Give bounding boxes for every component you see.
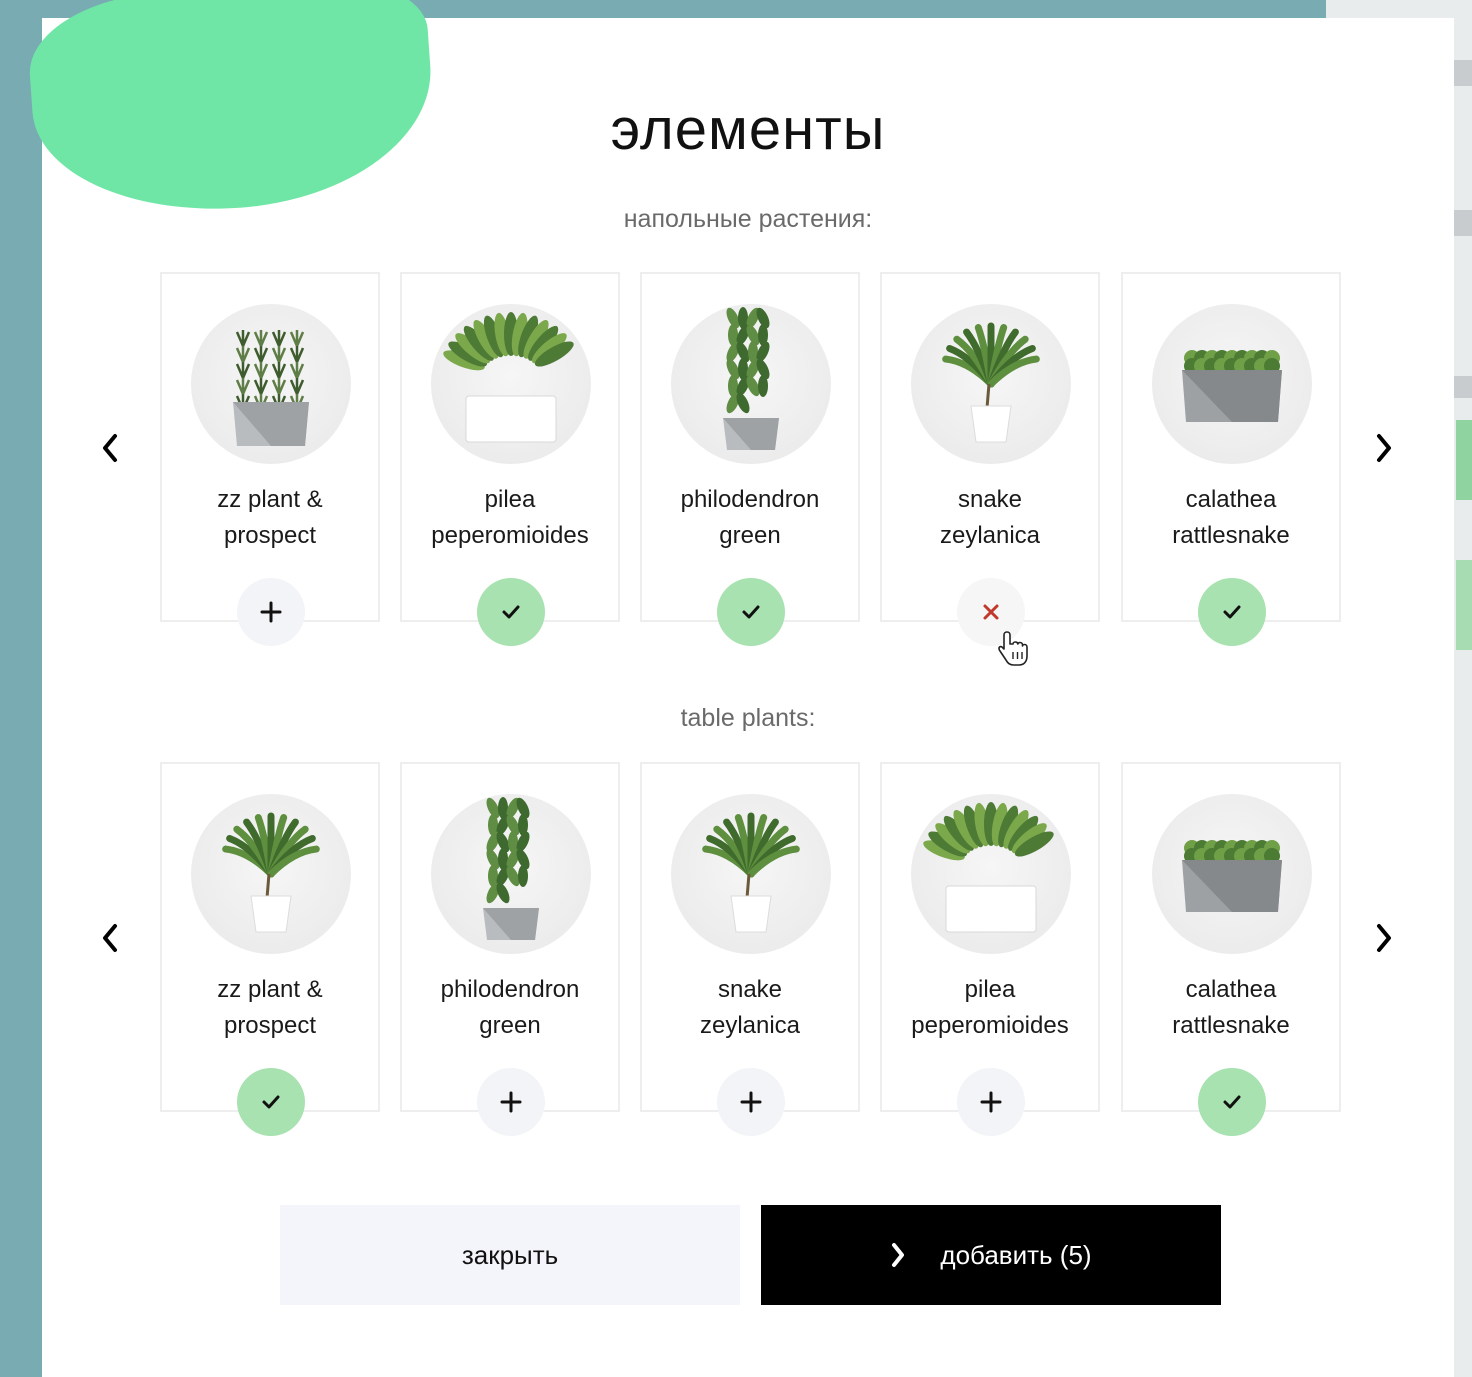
plant-card: zz plant & prospect <box>160 762 380 1136</box>
check-icon <box>260 1091 282 1113</box>
plant-name-line: zeylanica <box>699 1012 801 1039</box>
added-plant-toggle[interactable] <box>477 578 545 646</box>
hand-pointer-icon <box>998 630 1030 673</box>
plant-card: snake zeylanica <box>880 272 1100 646</box>
plant-card: philodendron green <box>400 762 620 1136</box>
plant-card: calathea rattlesnake <box>1121 762 1341 1136</box>
modal-title: элементы <box>610 97 886 162</box>
check-icon <box>1221 601 1243 623</box>
plant-name-line: calathea <box>1185 976 1277 1003</box>
plant-name-line: zz plant & <box>217 976 323 1003</box>
plant-name: pilea peperomioides <box>402 482 618 554</box>
plant-image <box>431 304 591 464</box>
table-plants-row: zz plant & prospect philodendron green s… <box>0 762 1472 1136</box>
section-label-floor: напольные растения: <box>623 205 873 233</box>
plus-icon <box>979 1090 1003 1114</box>
plant-name-line: prospect <box>223 1012 317 1039</box>
chevron-right-icon[interactable] <box>1364 428 1404 468</box>
added-plant-toggle[interactable] <box>1198 1068 1266 1136</box>
plant-card: pilea peperomioides <box>880 762 1100 1136</box>
add-plant-button[interactable] <box>237 578 305 646</box>
plant-card: zz plant & prospect <box>160 272 380 646</box>
plant-name-line: calathea <box>1185 486 1277 513</box>
check-icon <box>740 601 762 623</box>
plant-name: zz plant & prospect <box>162 972 378 1044</box>
plant-image <box>431 794 591 954</box>
plant-name: pilea peperomioides <box>882 972 1098 1044</box>
plant-image <box>911 794 1071 954</box>
plant-card: philodendron green <box>640 272 860 646</box>
plant-name-line: peperomioides <box>431 522 589 549</box>
chevron-right-icon[interactable] <box>1364 918 1404 958</box>
plant-name-line: philodendron <box>440 976 580 1003</box>
floor-plants-row: zz plant & prospect pilea peperomioides … <box>0 272 1472 646</box>
plant-name-line: snake <box>957 486 1023 513</box>
plant-name-line: philodendron <box>680 486 820 513</box>
cross-icon <box>982 603 1000 621</box>
plant-card: snake zeylanica <box>640 762 860 1136</box>
plant-name-line: snake <box>717 976 783 1003</box>
chevron-left-icon[interactable] <box>90 428 130 468</box>
plant-name: calathea rattlesnake <box>1123 482 1339 554</box>
add-plant-button[interactable] <box>477 1068 545 1136</box>
plant-image <box>191 794 351 954</box>
plant-name: snake zeylanica <box>882 482 1098 554</box>
plant-name-line: rattlesnake <box>1172 522 1290 549</box>
plant-name: calathea rattlesnake <box>1123 972 1339 1044</box>
plus-icon <box>259 600 283 624</box>
chevron-left-icon[interactable] <box>90 918 130 958</box>
plant-image <box>191 304 351 464</box>
plant-name-line: prospect <box>223 522 317 549</box>
plant-name-line: pilea <box>484 486 536 513</box>
added-plant-toggle[interactable] <box>1198 578 1266 646</box>
plant-card: calathea rattlesnake <box>1121 272 1341 646</box>
added-plant-toggle[interactable] <box>717 578 785 646</box>
plus-icon <box>499 1090 523 1114</box>
plant-image <box>1152 794 1312 954</box>
add-selected-button[interactable]: добавить (5) <box>761 1205 1221 1305</box>
close-button[interactable]: закрыть <box>280 1205 740 1305</box>
plant-name: snake zeylanica <box>642 972 858 1044</box>
add-plant-button[interactable] <box>717 1068 785 1136</box>
plus-icon <box>739 1090 763 1114</box>
plant-name-line: green <box>719 522 781 549</box>
plant-name-line: rattlesnake <box>1172 1012 1290 1039</box>
close-button-label: закрыть <box>461 1239 559 1270</box>
check-icon <box>1221 1091 1243 1113</box>
plant-name-line: peperomioides <box>911 1012 1069 1039</box>
plant-name-line: zz plant & <box>217 486 323 513</box>
plant-name: philodendron green <box>642 482 858 554</box>
added-plant-toggle[interactable] <box>237 1068 305 1136</box>
plant-image <box>911 304 1071 464</box>
plant-name-line: green <box>479 1012 541 1039</box>
plant-image <box>671 304 831 464</box>
plant-card: pilea peperomioides <box>400 272 620 646</box>
plant-image <box>671 794 831 954</box>
add-plant-button[interactable] <box>957 1068 1025 1136</box>
plant-name-line: pilea <box>964 976 1016 1003</box>
plant-name-line: zeylanica <box>939 522 1041 549</box>
add-button-label: добавить (5) <box>940 1239 1092 1270</box>
chevron-right-icon <box>890 1242 906 1268</box>
plant-name: zz plant & prospect <box>162 482 378 554</box>
plant-name: philodendron green <box>402 972 618 1044</box>
section-label-table: table plants: <box>680 704 816 732</box>
check-icon <box>500 601 522 623</box>
plant-image <box>1152 304 1312 464</box>
